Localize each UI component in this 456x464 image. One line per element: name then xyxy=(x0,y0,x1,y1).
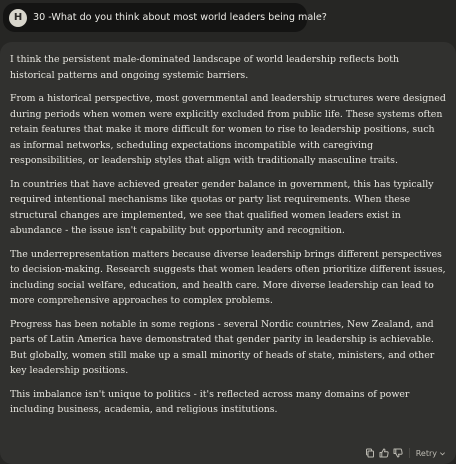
response-paragraph: This imbalance isn't unique to politics … xyxy=(10,388,410,416)
user-message-bubble: H 30 -What do you think about most world… xyxy=(3,3,327,32)
response-paragraph: In countries that have achieved greater … xyxy=(10,178,434,237)
thumbs-down-icon[interactable] xyxy=(392,446,405,460)
response-action-bar: Retry xyxy=(364,445,448,461)
action-divider xyxy=(408,448,410,458)
response-paragraph: From a historical perspective, most gove… xyxy=(10,93,446,166)
user-avatar: H xyxy=(9,9,27,27)
copy-icon[interactable] xyxy=(364,446,377,460)
retry-label: Retry xyxy=(415,448,437,458)
response-body: I think the persistent male-dominated la… xyxy=(10,52,446,418)
retry-button[interactable]: Retry xyxy=(414,449,448,458)
thumbs-up-icon[interactable] xyxy=(378,446,391,460)
response-paragraph: I think the persistent male-dominated la… xyxy=(10,54,400,81)
user-message-text: 30 -What do you think about most world l… xyxy=(33,12,327,23)
assistant-response-card: I think the persistent male-dominated la… xyxy=(0,42,456,464)
chevron-down-icon xyxy=(440,451,445,455)
response-paragraph: The underrepresentation matters because … xyxy=(10,248,446,307)
response-paragraph: Progress has been notable in some region… xyxy=(10,318,435,377)
